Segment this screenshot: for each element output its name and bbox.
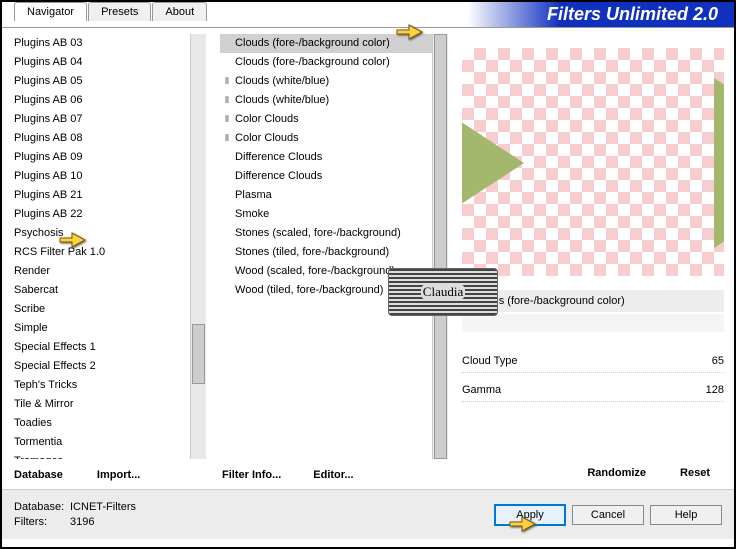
- scrollbar[interactable]: [432, 34, 448, 459]
- pointer-hand-icon: [508, 510, 538, 538]
- list-item[interactable]: Plugins AB 22: [12, 205, 190, 224]
- cancel-button[interactable]: Cancel: [572, 505, 644, 525]
- list-item[interactable]: Difference Clouds: [220, 148, 432, 167]
- list-item[interactable]: ⦀ Color Clouds: [220, 110, 432, 129]
- help-button[interactable]: Help: [650, 505, 722, 525]
- list-item[interactable]: Plugins AB 06: [12, 91, 190, 110]
- list-item[interactable]: Teph's Tricks: [12, 376, 190, 395]
- list-item[interactable]: Plugins AB 08: [12, 129, 190, 148]
- list-item[interactable]: Plugins AB 10: [12, 167, 190, 186]
- list-item[interactable]: Psychosis: [12, 224, 190, 243]
- list-item[interactable]: Tramages: [12, 452, 190, 459]
- params: Cloud Type65 Gamma128: [462, 354, 724, 412]
- reset-button[interactable]: Reset: [678, 463, 712, 483]
- list-item[interactable]: Plugins AB 07: [12, 110, 190, 129]
- tab-navigator[interactable]: Navigator: [14, 2, 87, 21]
- list-item[interactable]: Simple: [12, 319, 190, 338]
- list-item[interactable]: Plasma: [220, 186, 432, 205]
- pointer-hand-icon: [395, 18, 425, 46]
- list-item[interactable]: Tile & Mirror: [12, 395, 190, 414]
- list-item[interactable]: Special Effects 1: [12, 338, 190, 357]
- list-item[interactable]: Render: [12, 262, 190, 281]
- list-item[interactable]: Difference Clouds: [220, 167, 432, 186]
- filter-name: Clouds (fore-/background color): [462, 290, 724, 312]
- watermark: Claudia: [388, 268, 498, 316]
- list-item[interactable]: Tormentia: [12, 433, 190, 452]
- param-row: Gamma128: [462, 383, 724, 397]
- filter-list[interactable]: Clouds (fore-/background color) Clouds (…: [220, 34, 432, 459]
- list-item[interactable]: Scribe: [12, 300, 190, 319]
- list-item[interactable]: Plugins AB 03: [12, 34, 190, 53]
- tab-presets[interactable]: Presets: [88, 2, 151, 21]
- progress: [462, 314, 724, 332]
- list-item[interactable]: Plugins AB 04: [12, 53, 190, 72]
- list-item[interactable]: Plugins AB 09: [12, 148, 190, 167]
- list-item[interactable]: ⦀ Clouds (white/blue): [220, 72, 432, 91]
- list-item[interactable]: Clouds (fore-/background color): [220, 53, 432, 72]
- list-item[interactable]: RCS Filter Pak 1.0: [12, 243, 190, 262]
- pointer-hand-icon: [58, 226, 88, 254]
- filter-info-button[interactable]: Filter Info...: [220, 465, 283, 485]
- tab-about[interactable]: About: [152, 2, 207, 21]
- list-item[interactable]: Plugins AB 05: [12, 72, 190, 91]
- editor-button[interactable]: Editor...: [311, 465, 355, 485]
- list-item[interactable]: Plugins AB 21: [12, 186, 190, 205]
- list-item[interactable]: Smoke: [220, 205, 432, 224]
- randomize-button[interactable]: Randomize: [585, 463, 648, 483]
- param-row: Cloud Type65: [462, 354, 724, 368]
- import-button[interactable]: Import...: [95, 465, 142, 485]
- list-item[interactable]: Stones (scaled, fore-/background): [220, 224, 432, 243]
- list-item[interactable]: ⦀ Color Clouds: [220, 129, 432, 148]
- category-list[interactable]: Plugins AB 03Plugins AB 04Plugins AB 05P…: [12, 34, 190, 459]
- preview: [462, 48, 724, 276]
- app-title: Filters Unlimited 2.0: [467, 2, 734, 27]
- list-item[interactable]: Toadies: [12, 414, 190, 433]
- list-item[interactable]: Special Effects 2: [12, 357, 190, 376]
- list-item[interactable]: Sabercat: [12, 281, 190, 300]
- list-item[interactable]: ⦀ Clouds (white/blue): [220, 91, 432, 110]
- tabs: Navigator Presets About: [2, 2, 208, 21]
- footer-info: Database:ICNET-Filters Filters:3196: [14, 500, 136, 530]
- scrollbar[interactable]: [190, 34, 206, 459]
- list-item[interactable]: Stones (tiled, fore-/background): [220, 243, 432, 262]
- database-button[interactable]: Database: [12, 465, 65, 485]
